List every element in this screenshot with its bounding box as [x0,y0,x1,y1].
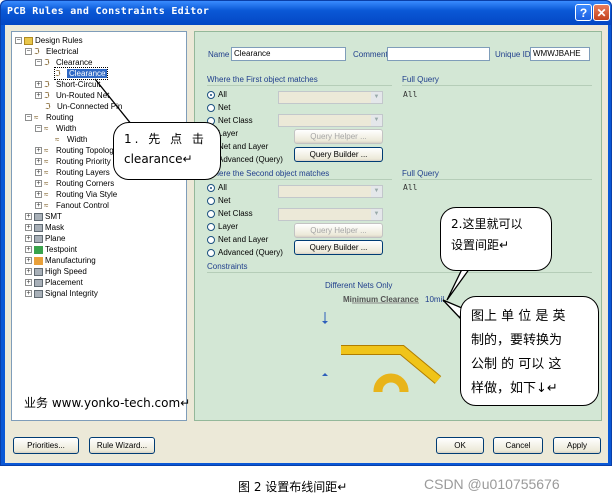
callout-3-line-1: 图上 单 位 是 英 [471,309,566,324]
figure-caption: 图 2 设置布线间距↵ [238,480,348,494]
callout-1-line-2: clearance↵ [124,152,193,166]
callout-1: 1. 先 点 击 clearance↵ [113,122,221,180]
callout-1-line-1: 1. 先 点 击 [124,132,207,146]
callout-3-line-4: 样做，如下↓↵ [471,381,558,396]
callout-2: 2.这里就可以 设置间距↵ [440,207,552,271]
callout-3: 图上 单 位 是 英 制的，要转换为 公制 的 可以 这 样做，如下↓↵ [460,296,599,406]
callout-2-line-2: 设置间距↵ [451,238,510,252]
overlay-website-text: 业务 www.yonko-tech.com↵ [24,396,191,410]
callout-3-line-3: 公制 的 可以 这 [471,357,562,372]
csdn-watermark: CSDN @u010755676 [424,476,560,492]
callout-2-line-1: 2.这里就可以 [451,217,523,231]
callout-3-line-2: 制的，要转换为 [471,333,563,348]
